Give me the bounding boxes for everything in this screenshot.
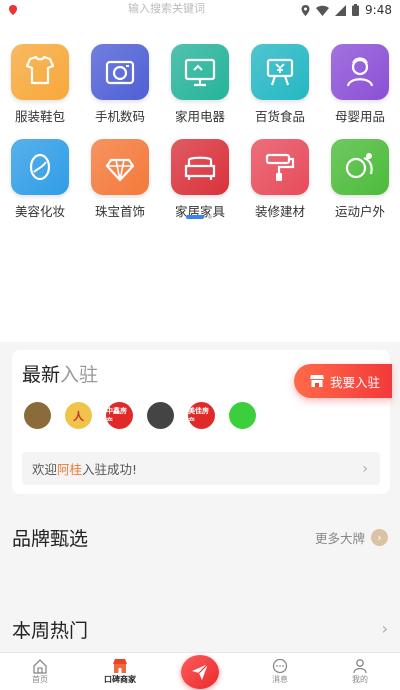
tab-label: 我的	[352, 675, 368, 684]
location-pin-icon	[9, 5, 17, 15]
camera-icon	[105, 60, 135, 85]
pager-dot-active	[186, 215, 204, 219]
tab-store[interactable]: 口碑商家	[80, 653, 160, 690]
category-label: 珠宝首饰	[94, 204, 145, 219]
category-item[interactable]: 装修建材	[240, 139, 320, 220]
status-bar: 输入搜索关键词 9:48	[0, 0, 400, 20]
new-join-title: 最新入驻	[22, 360, 98, 387]
jewelry-icon	[105, 158, 135, 182]
welcome-bar[interactable]: 欢迎 阿桂 入驻成功! ›	[22, 452, 380, 485]
wifi-icon	[316, 5, 330, 16]
category-grid: 服装鞋包 手机数码 家用电器 百货食品 母婴用品美容化妆 珠宝首饰 家居家具 装修建材 运动户外	[0, 44, 400, 220]
sports-icon-tile	[331, 139, 389, 195]
clothing-icon	[25, 55, 55, 85]
welcome-name: 阿桂	[57, 462, 83, 477]
paint-roller-icon-tile	[251, 139, 309, 195]
new-join-title-main: 最新	[22, 364, 61, 386]
sofa-icon-tile	[171, 139, 229, 195]
baby-icon-tile	[331, 44, 389, 100]
tab-label: 口碑商家	[104, 675, 136, 684]
category-item[interactable]: 手机数码	[80, 44, 160, 125]
merchant-avatar[interactable]	[24, 402, 51, 429]
monitor-icon	[184, 58, 216, 87]
join-button[interactable]: 我要入驻	[294, 364, 392, 398]
store-icon	[113, 659, 127, 673]
baby-icon	[346, 57, 374, 87]
home-icon-wrap	[32, 658, 48, 674]
category-item[interactable]: 百货食品	[240, 44, 320, 125]
category-item[interactable]: 运动户外	[320, 139, 400, 220]
pager-dot	[208, 215, 212, 219]
publish-fab-button[interactable]	[181, 655, 219, 689]
home-icon	[33, 659, 47, 674]
category-item[interactable]: 家居家具	[160, 139, 240, 220]
join-button-label: 我要入驻	[330, 374, 381, 390]
welcome-suffix: 入驻成功!	[82, 462, 138, 477]
category-item[interactable]: 母婴用品	[320, 44, 400, 125]
category-item[interactable]: 家用电器	[160, 44, 240, 125]
grocery-icon	[266, 58, 294, 86]
merchant-avatar[interactable]: 美佳房产	[188, 402, 215, 429]
sports-icon	[345, 153, 373, 179]
location-status-icon	[301, 4, 310, 16]
merchant-avatar[interactable]	[147, 402, 174, 429]
message-icon	[272, 658, 288, 674]
category-label: 运动户外	[334, 204, 385, 219]
grocery-icon-tile	[251, 44, 309, 100]
category-card: 服装鞋包 手机数码 家用电器 百货食品 母婴用品美容化妆 珠宝首饰 家居家具 装修建材 运动户外	[0, 20, 400, 342]
sofa-icon	[184, 156, 216, 180]
category-label: 家用电器	[174, 109, 225, 124]
hot-section-title: 本周热门	[12, 620, 89, 642]
category-label: 装修建材	[254, 204, 305, 219]
new-join-title-highlight: 入驻	[60, 364, 99, 386]
pager-dots	[186, 215, 212, 219]
merchant-avatar[interactable]	[229, 402, 256, 429]
category-label: 母婴用品	[334, 109, 385, 124]
category-label: 服装鞋包	[14, 109, 65, 124]
category-label: 手机数码	[94, 109, 145, 124]
tab-home[interactable]: 首页	[0, 653, 80, 690]
jewelry-icon-tile	[91, 139, 149, 195]
signal-icon	[335, 4, 347, 16]
chevron-right-circle-icon: ›	[371, 529, 388, 546]
chevron-right-icon: ›	[362, 461, 368, 477]
new-join-card: 最新入驻 我要入驻 人中鑫房产 美佳房产 欢迎 阿桂 入驻成功! ›	[12, 350, 392, 494]
brand-section-title: 品牌甄选	[12, 528, 89, 550]
category-label: 百货食品	[254, 109, 305, 124]
more-brands-label: 更多大牌	[314, 531, 365, 546]
user-icon-wrap	[352, 658, 368, 674]
cosmetics-icon	[29, 153, 51, 181]
category-item[interactable]: 珠宝首饰	[80, 139, 160, 220]
camera-icon-tile	[91, 44, 149, 100]
shop-icon	[310, 375, 324, 387]
send-icon	[192, 663, 209, 680]
search-placeholder-ghost: 输入搜索关键词	[128, 2, 205, 15]
status-time: 9:48	[365, 3, 392, 17]
tab-user[interactable]: 我的	[320, 653, 400, 690]
hot-section-chevron-icon[interactable]: ›	[382, 619, 388, 638]
status-left	[8, 5, 18, 15]
merchant-avatar[interactable]: 人	[65, 402, 92, 429]
new-join-avatars: 人中鑫房产 美佳房产	[24, 402, 256, 429]
clothing-icon-tile	[11, 44, 69, 100]
store-icon-wrap	[112, 658, 128, 674]
tab-message[interactable]: 消息	[240, 653, 320, 690]
message-icon-wrap	[272, 658, 288, 674]
user-icon	[353, 659, 367, 674]
category-item[interactable]: 美容化妆	[0, 139, 80, 220]
monitor-icon-tile	[171, 44, 229, 100]
tab-label: 首页	[32, 675, 48, 684]
status-right: 9:48	[301, 3, 392, 17]
more-brands-link[interactable]: 更多大牌 ›	[315, 528, 388, 547]
tab-label: 消息	[272, 675, 288, 684]
battery-icon	[352, 4, 360, 16]
cosmetics-icon-tile	[11, 139, 69, 195]
category-label: 美容化妆	[14, 204, 65, 219]
welcome-prefix: 欢迎	[32, 462, 58, 477]
category-item[interactable]: 服装鞋包	[0, 44, 80, 125]
merchant-avatar[interactable]: 中鑫房产	[106, 402, 133, 429]
paint-roller-icon	[265, 153, 295, 181]
